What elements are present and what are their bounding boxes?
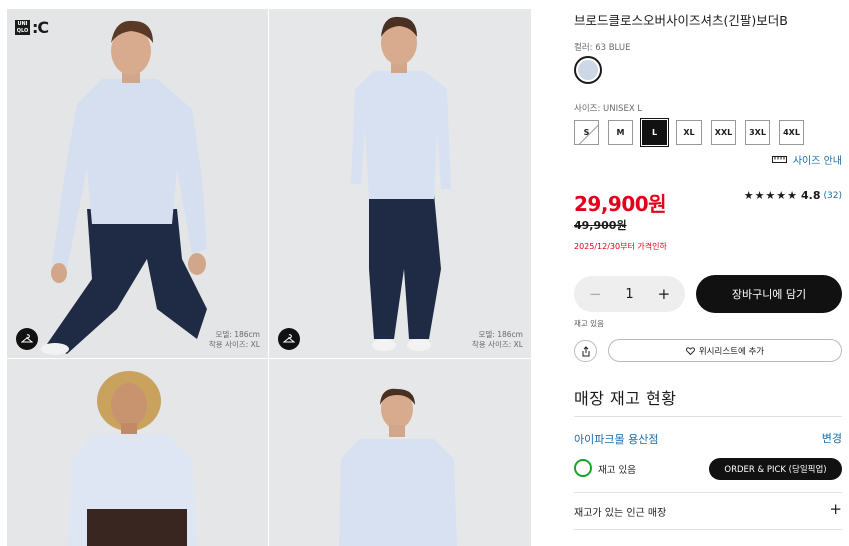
add-to-cart-button[interactable]: 장바구니에 담기 xyxy=(696,275,842,313)
rating-stars-icon: ★★★★★ xyxy=(743,189,799,202)
model-photo-4 xyxy=(269,359,531,546)
size-option-m[interactable]: M xyxy=(608,120,633,145)
size-option-3xl[interactable]: 3XL xyxy=(745,120,770,145)
in-stock-circle-icon xyxy=(574,459,592,477)
divider xyxy=(574,529,842,530)
hanger-icon xyxy=(283,334,295,343)
divider xyxy=(574,416,842,417)
selected-store-name[interactable]: 아이파크몰 용산점 xyxy=(574,431,658,447)
ruler-icon xyxy=(771,156,787,163)
color-label: 컬러: 63 BLUE xyxy=(574,43,631,53)
share-button[interactable] xyxy=(574,340,597,362)
hanger-icon-button[interactable] xyxy=(16,328,38,350)
share-icon xyxy=(582,345,589,356)
model-photo-3 xyxy=(7,359,268,546)
hanger-icon-button[interactable] xyxy=(278,328,300,350)
model-info: 모델: 186cm 착용 사이즈: XL xyxy=(471,330,523,349)
size-label: 사이즈: UNISEX L xyxy=(574,104,643,114)
expand-nearby-stores-plus-icon[interactable]: + xyxy=(829,500,842,518)
quantity-increase-button[interactable]: + xyxy=(652,285,676,303)
add-to-wishlist-button[interactable]: 위시리스트에 추가 xyxy=(608,339,842,362)
quantity-decrease-button[interactable]: − xyxy=(583,285,607,303)
review-rating[interactable]: ★★★★★ 4.8 (32) xyxy=(744,189,842,202)
wishlist-label: 위시리스트에 추가 xyxy=(698,346,765,357)
quantity-stepper: − 1 + xyxy=(574,276,685,312)
review-count: (32) xyxy=(823,190,842,201)
product-title: 브로드클로스오버사이즈셔츠(긴팔)보더B xyxy=(574,13,788,28)
divider xyxy=(574,492,842,493)
uniqlo-c-logo: UNI QLO :C xyxy=(15,18,49,37)
product-image-1[interactable]: UNI QLO :C 모델: 186cm 착용 사이즈: XL xyxy=(7,9,268,358)
nearby-stores-label: 재고가 있는 인근 매장 xyxy=(574,508,667,519)
order-and-pick-button[interactable]: ORDER & PICK (당일픽업) xyxy=(709,458,842,480)
sale-price: 29,900원 xyxy=(574,192,667,216)
size-option-s[interactable]: S xyxy=(574,120,599,145)
heart-icon xyxy=(685,346,695,355)
change-store-link[interactable]: 변경 xyxy=(822,430,842,446)
color-swatch-63-blue[interactable] xyxy=(574,56,602,84)
size-guide-label: 사이즈 안내 xyxy=(792,156,842,167)
rating-score: 4.8 xyxy=(801,189,821,202)
size-option-xl[interactable]: XL xyxy=(676,120,702,145)
product-image-4[interactable] xyxy=(269,359,531,546)
price-cut-note: 2025/12/30부터 가격인하 xyxy=(574,242,667,251)
store-stock-heading: 매장 재고 현황 xyxy=(574,389,677,408)
original-price: 49,900원 xyxy=(574,219,627,232)
product-detail-panel: 브로드클로스오버사이즈셔츠(긴팔)보더B 컬러: 63 BLUE 사이즈: UN… xyxy=(574,0,842,546)
swatch-fill xyxy=(578,60,598,80)
product-image-2[interactable]: 모델: 186cm 착용 사이즈: XL xyxy=(269,9,531,358)
product-image-gallery: UNI QLO :C 모델: 186cm 착용 사이즈: XL 모델: 186c… xyxy=(7,9,531,546)
store-stock-status: 재고 있음 xyxy=(598,465,636,476)
stock-status-text: 재고 있음 xyxy=(574,319,604,328)
size-option-l[interactable]: L xyxy=(640,118,669,147)
size-option-xxl[interactable]: XXL xyxy=(711,120,736,145)
c-mark: :C xyxy=(32,18,49,37)
model-info: 모델: 186cm 착용 사이즈: XL xyxy=(208,330,260,349)
uniqlo-logo-box: UNI QLO xyxy=(15,20,30,35)
size-option-4xl[interactable]: 4XL xyxy=(779,120,804,145)
size-selector: S M L XL XXL 3XL 4XL xyxy=(574,118,804,147)
size-guide-link[interactable]: 사이즈 안내 xyxy=(771,152,842,167)
quantity-value: 1 xyxy=(625,286,634,302)
hanger-icon xyxy=(21,334,33,343)
product-image-3[interactable] xyxy=(7,359,268,546)
model-photo-2 xyxy=(269,9,531,358)
model-photo-1 xyxy=(7,9,268,358)
